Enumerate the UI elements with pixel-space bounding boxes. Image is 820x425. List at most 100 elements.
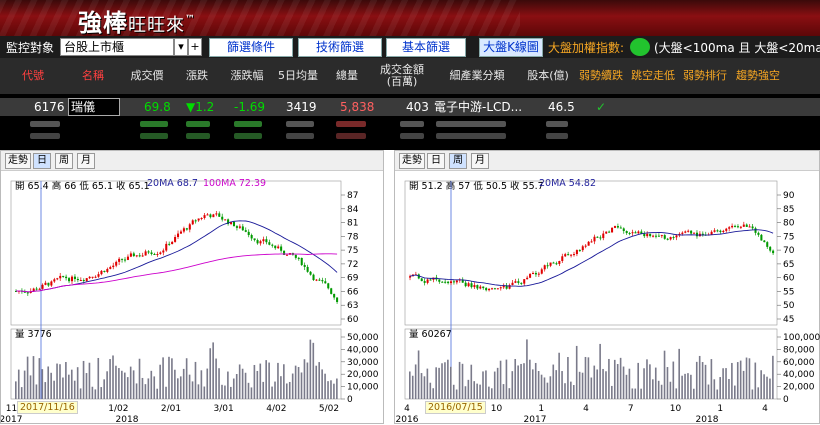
candle-body <box>596 236 599 238</box>
candle-body <box>168 243 171 245</box>
col-industry[interactable]: 細產業分類 <box>432 58 522 94</box>
filter-conditions-button[interactable]: 篩選條件 <box>209 38 293 57</box>
candle-body <box>441 281 444 283</box>
candle-body <box>194 220 197 222</box>
price-tick-label: 66 <box>347 287 359 297</box>
volume-bar <box>159 364 161 399</box>
volume-bar <box>558 352 560 399</box>
candle-body <box>238 226 241 228</box>
candle-body <box>250 235 253 239</box>
candle-body <box>625 231 628 234</box>
candle-body <box>91 276 94 278</box>
col-capital[interactable]: 股本(億) <box>522 58 574 94</box>
volume-bar <box>748 358 751 399</box>
volume-bar <box>745 357 748 399</box>
col-avg-vol[interactable]: 5日均量 <box>274 58 322 94</box>
candle-body <box>470 283 473 288</box>
price-tick-label: 75 <box>783 232 794 242</box>
tab-trend[interactable]: 走勢 <box>399 153 425 169</box>
col-name[interactable]: 名稱 <box>66 58 120 94</box>
col-change-pct[interactable]: 漲跌幅 <box>220 58 274 94</box>
candle-body <box>757 232 760 235</box>
dropdown-arrow-icon[interactable]: ▾ <box>174 38 188 56</box>
candle-body <box>690 230 693 234</box>
candle-body <box>482 286 485 289</box>
volume-bar <box>461 363 464 399</box>
x-tick-label: 7 <box>628 404 634 414</box>
x-tick-label: 1 <box>538 404 544 414</box>
volume-bar <box>162 357 164 399</box>
volume-bar <box>526 339 528 399</box>
volume-bar <box>540 374 543 399</box>
tab-daily[interactable]: 日 <box>427 153 445 169</box>
col-code[interactable]: 代號 <box>0 58 66 94</box>
candle-body <box>464 282 467 287</box>
candle-body <box>590 241 593 243</box>
volume-bar <box>602 368 604 399</box>
candle-body <box>660 235 663 237</box>
candle-body <box>315 279 318 281</box>
volume-bar <box>32 356 35 399</box>
price-tick-label: 65 <box>783 260 794 270</box>
candle-body <box>496 288 499 290</box>
col-weak-continue[interactable]: 弱勢續跌 <box>576 58 626 94</box>
volume-bar <box>15 381 17 399</box>
price-tick-label: 90 <box>783 191 795 201</box>
candle-body <box>684 231 687 233</box>
table-row[interactable]: 6176 瑞儀 69.8 ▼1.2 -1.69 3419 5,838 403 電… <box>0 98 820 116</box>
tab-weekly[interactable]: 周 <box>449 153 467 169</box>
add-button[interactable]: + <box>188 38 202 56</box>
candle-body <box>523 279 526 284</box>
volume-bar <box>523 363 525 399</box>
col-change[interactable]: 漲跌 <box>174 58 220 94</box>
candle-body <box>725 228 728 231</box>
volume-bar <box>165 386 167 399</box>
volume-bar <box>333 383 335 399</box>
col-turnover[interactable]: 成交金額(百萬) <box>372 58 432 94</box>
col-price[interactable]: 成交價 <box>120 58 174 94</box>
volume-bar <box>232 378 235 399</box>
candle-body <box>736 226 739 228</box>
volume-bar <box>250 387 253 399</box>
volume-bar <box>318 362 321 399</box>
market-select[interactable]: 台股上市櫃 <box>60 38 174 56</box>
candle-body <box>549 262 552 266</box>
price-tick-label: 55 <box>783 287 794 297</box>
tab-monthly[interactable]: 月 <box>77 153 95 169</box>
market-kline-button[interactable]: 大盤K線圖 <box>479 38 543 57</box>
candle-body <box>584 245 587 247</box>
col-trend-short[interactable]: 趨勢強空 <box>732 58 784 94</box>
candle-body <box>581 246 584 251</box>
candle-body <box>555 263 558 265</box>
tab-weekly[interactable]: 周 <box>55 153 73 169</box>
candle-body <box>333 293 336 298</box>
volume-bar <box>41 369 44 399</box>
volume-bar <box>277 362 279 399</box>
col-weak-rank[interactable]: 弱勢排行 <box>680 58 730 94</box>
price-tick-label: 78 <box>347 232 359 242</box>
tab-daily[interactable]: 日 <box>33 153 51 169</box>
volume-bar <box>285 383 288 399</box>
right-kline-chart[interactable]: 90858075706560555045100,00080,00060,0004… <box>395 171 820 425</box>
fundamental-filter-button[interactable]: 基本篩選 <box>386 38 466 57</box>
tab-monthly[interactable]: 月 <box>471 153 489 169</box>
col-gap-down[interactable]: 跳空走低 <box>628 58 678 94</box>
tab-trend[interactable]: 走勢 <box>5 153 31 169</box>
left-kline-chart[interactable]: 87 84 81 78 75 72 69 66 63 60 50,000 40,000 30,000 20… <box>1 171 385 425</box>
col-total-vol[interactable]: 總量 <box>322 58 372 94</box>
candle-body <box>59 275 62 279</box>
technical-filter-button[interactable]: 技術篩選 <box>298 38 382 57</box>
volume-bar <box>253 364 256 399</box>
candle-body <box>280 246 283 251</box>
candle-body <box>121 258 124 260</box>
candle-body <box>268 242 271 245</box>
candle-body <box>558 260 561 264</box>
candle-body <box>672 237 675 239</box>
right-chart-tabs: 走勢 日 周 月 <box>395 151 819 171</box>
candle-body <box>44 282 47 285</box>
price-tick-label: 81 <box>347 219 358 229</box>
volume-bar <box>608 358 610 399</box>
candle-body <box>543 265 546 270</box>
volume-bar <box>244 372 247 399</box>
candle-body <box>215 213 218 215</box>
